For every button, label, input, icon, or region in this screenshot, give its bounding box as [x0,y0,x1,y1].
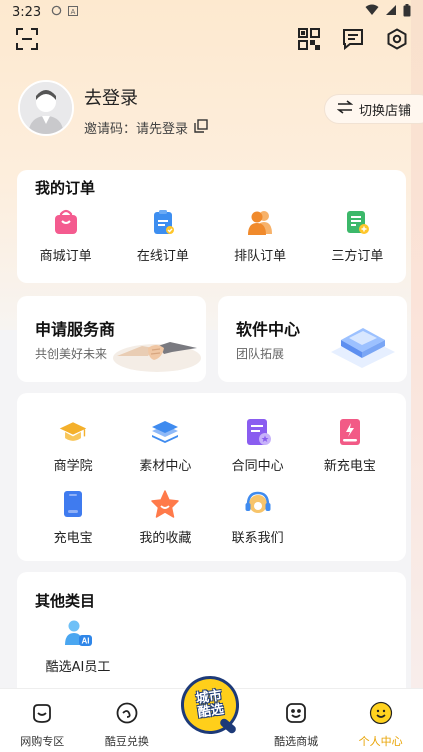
other-item-label: 酷选AI员工 [45,660,111,675]
order-item-label: 在线订单 [136,249,189,264]
promo-software-center[interactable]: 软件中心 团队拓展 [218,296,407,382]
contract-icon [243,417,273,447]
nav-item-store[interactable]: 酷选商城 [254,689,339,752]
order-item-label: 排队订单 [234,249,287,264]
switch-store-button[interactable]: 切换店铺 [324,94,423,124]
service-item-label: 素材中心 [139,459,192,474]
other-categories-title: 其他类目 [35,592,96,610]
handshake-icon [112,318,202,382]
order-item-label: 商城订单 [39,249,92,264]
clipboard-check-icon [148,207,178,237]
order-item-online[interactable]: 在线订单 [114,207,211,264]
invite-code-label: 邀请码：请先登录 [84,122,189,137]
layers-icon [150,417,180,447]
login-link[interactable]: 去登录 [84,84,138,110]
nav-label: 网购专区 [20,735,65,748]
ai-staff-icon: AI [63,618,93,648]
service-item-power-bank[interactable]: 充电宝 [27,489,119,546]
service-item-materials[interactable]: 素材中心 [119,417,211,474]
bean-icon [115,701,139,729]
a-icon: A [68,5,79,19]
other-categories-card: 其他类目 AI 酷选AI员工 [17,572,406,688]
message-icon[interactable] [340,26,366,52]
power-bank-icon [58,489,88,519]
qrcode-icon[interactable] [296,26,322,52]
svg-text:A: A [71,9,76,16]
service-item-contact[interactable]: 联系我们 [212,489,304,546]
service-item-label: 我的收藏 [139,531,192,546]
nav-label: 酷豆兑换 [104,735,149,748]
shopping-bag-icon [51,207,81,237]
status-bar: 3:23 A [0,0,423,24]
third-party-order-icon [342,207,372,237]
nav-label: 个人中心 [358,735,403,748]
avatar[interactable] [18,80,74,136]
smile-store-icon [284,701,308,729]
svg-text:AI: AI [82,637,90,646]
promo-title: 软件中心 [236,320,301,339]
order-item-third-party[interactable]: 三方订单 [309,207,406,264]
promo-title: 申请服务商 [35,320,116,339]
service-item-contracts[interactable]: 合同中心 [212,417,304,474]
power-bank-new-icon [335,417,365,447]
service-item-favorites[interactable]: 我的收藏 [119,489,211,546]
chip-icon [323,310,401,380]
order-item-queue[interactable]: 排队订单 [212,207,309,264]
nav-item-online-shopping[interactable]: 网购专区 [0,689,85,752]
order-item-label: 三方订单 [331,249,384,264]
battery-icon [403,3,411,21]
nav-item-bean-exchange[interactable]: 酷豆兑换 [85,689,170,752]
copy-icon[interactable] [194,118,208,137]
invite-code: 邀请码：请先登录 [84,118,208,137]
other-item-ai-staff[interactable]: AI 酷选AI员工 [17,618,139,675]
headset-icon [243,489,273,519]
bag-icon [30,701,54,729]
service-item-new-power-bank[interactable]: 新充电宝 [304,417,396,474]
nav-item-profile[interactable]: 个人中心 [338,689,423,752]
nav-label: 酷选商城 [274,735,319,748]
promo-subtitle: 团队拓展 [236,347,285,361]
graduation-cap-icon [58,417,88,447]
orders-title: 我的订单 [35,179,96,197]
service-item-label: 充电宝 [53,531,93,546]
star-icon [150,489,180,519]
service-item-business-school[interactable]: 商学院 [27,417,119,474]
orders-card: 我的订单 商城订单 在线订单 排队订单 三方订单 [17,170,406,283]
top-toolbar [0,26,423,54]
settings-icon[interactable] [384,26,410,52]
order-item-mall[interactable]: 商城订单 [17,207,114,264]
queue-people-icon [245,207,275,237]
signal-icon [385,4,397,20]
scan-icon[interactable] [14,26,40,52]
wifi-icon [365,4,379,20]
profile-header: 去登录 邀请码：请先登录 切换店铺 [18,80,423,140]
service-item-label: 新充电宝 [323,459,376,474]
services-card: 商学院 素材中心 合同中心 新充电宝 充电宝 我的收藏 联系我们 [17,393,406,561]
profile-smile-icon [369,701,393,729]
sync-icon [51,5,62,19]
switch-store-label: 切换店铺 [359,103,412,119]
promo-subtitle: 共创美好未来 [35,347,108,361]
logo-text-line: 酷选 [196,702,225,721]
service-item-label: 商学院 [53,459,93,474]
service-item-label: 联系我们 [231,531,284,546]
status-time: 3:23 [12,4,42,20]
promo-service-provider[interactable]: 申请服务商 共创美好未来 [17,296,206,382]
service-item-label: 合同中心 [231,459,284,474]
swap-icon [336,100,354,118]
